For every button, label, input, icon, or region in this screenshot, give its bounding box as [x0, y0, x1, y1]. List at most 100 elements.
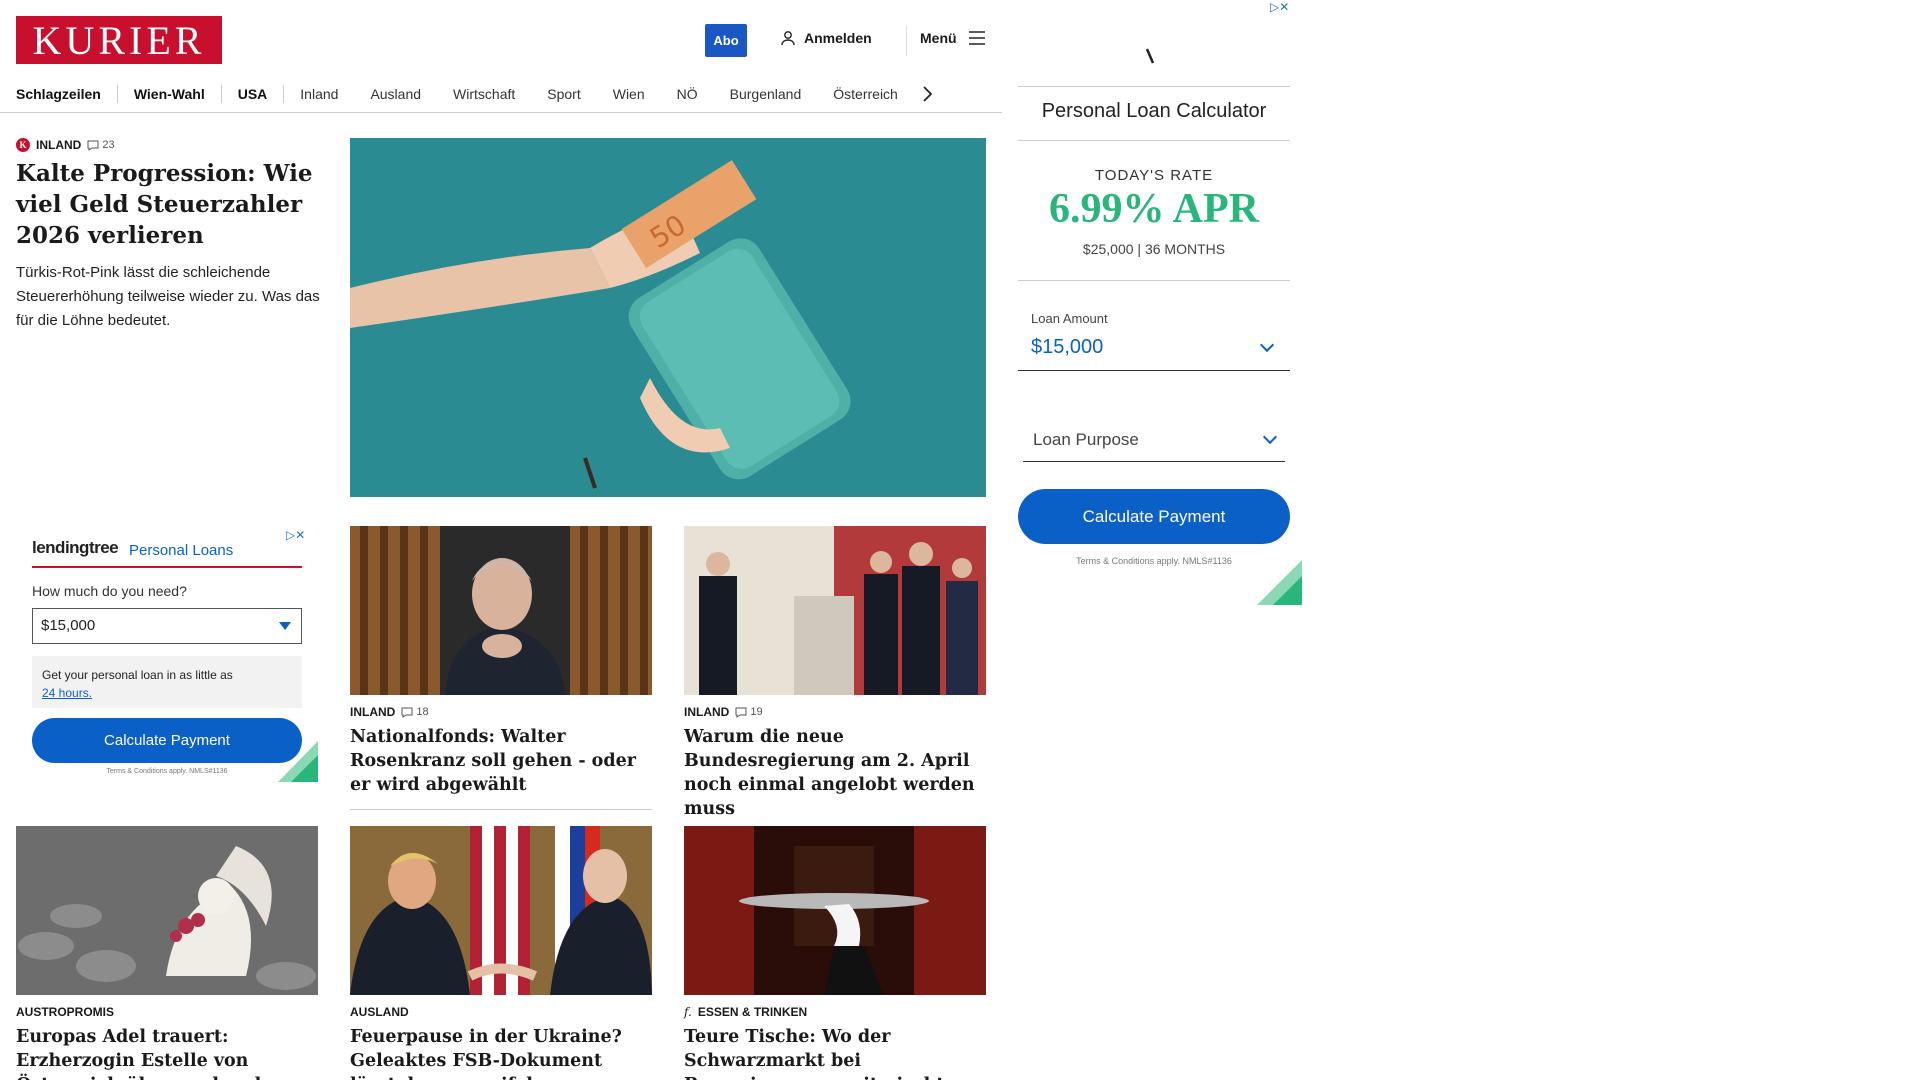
story-meta: AUSLAND	[350, 1005, 652, 1019]
ad-corner-decoration	[1257, 560, 1302, 605]
story-meta: INLAND 19	[684, 705, 986, 719]
kurier-logo[interactable]: KURIER	[16, 16, 222, 64]
wallet-photo: 50	[350, 138, 986, 497]
story-headline[interactable]: Teure Tische: Wo der Schwarzmarkt bei Re…	[684, 1025, 986, 1080]
story-headline[interactable]: Feuerpause in der Ukraine? Geleaktes FSB…	[350, 1025, 652, 1080]
story-category[interactable]: AUSTROPROMIS	[16, 1005, 114, 1019]
login-label: Anmelden	[804, 30, 872, 46]
abo-button[interactable]: Abo	[705, 24, 747, 57]
loan-purpose-select[interactable]: Loan Purpose	[1033, 430, 1139, 450]
ad-info-text: Get your personal loan in as little as	[42, 668, 233, 682]
dropdown-triangle-icon	[279, 622, 291, 630]
trump-putin-photo	[350, 826, 652, 995]
lendingtree-ad[interactable]: ▷✕ lendingtree Personal Loans How much d…	[16, 526, 318, 782]
story-meta: AUSTROPROMIS	[16, 1005, 318, 1019]
user-icon	[781, 31, 795, 46]
loan-calculator-ad[interactable]: ▷✕ Personal Loan Calculator TODAY'S RATE…	[1015, 0, 1302, 605]
lead-category[interactable]: INLAND	[36, 138, 81, 152]
nav-item-oesterreich[interactable]: Österreich	[817, 86, 914, 102]
nav-item-wien-wahl[interactable]: Wien-Wahl	[118, 86, 221, 102]
nav-item-burgenland[interactable]: Burgenland	[714, 86, 818, 102]
section-nav: Schlagzeilen Wien-Wahl USA Inland Auslan…	[16, 76, 996, 112]
lead-comment-count: 23	[102, 139, 115, 151]
nav-item-wien[interactable]: Wien	[597, 86, 661, 102]
story-category[interactable]: INLAND	[684, 705, 729, 719]
silver-tray-photo	[684, 826, 986, 995]
chevron-down-icon[interactable]	[1259, 337, 1275, 353]
nav-item-noe[interactable]: NÖ	[661, 86, 714, 102]
story-image[interactable]	[350, 826, 652, 995]
story-category[interactable]: ESSEN & TRINKEN	[698, 1005, 807, 1019]
kurier-plus-icon: K	[16, 138, 30, 152]
ad-divider	[1018, 280, 1290, 281]
nav-item-ausland[interactable]: Ausland	[354, 86, 437, 102]
nav-item-inland[interactable]: Inland	[284, 86, 354, 102]
ad-divider	[1018, 140, 1290, 141]
calculate-payment-button[interactable]: Calculate Payment	[32, 718, 302, 763]
lead-hero-image[interactable]: 50	[350, 138, 986, 497]
adchoices-icon[interactable]: ▷✕	[286, 528, 305, 542]
story-comments[interactable]: 19	[735, 706, 763, 718]
nav-item-sport[interactable]: Sport	[531, 86, 596, 102]
ad-red-underline	[32, 566, 302, 568]
amount-underline	[1018, 370, 1290, 371]
story-headline[interactable]: Warum die neue Bundesregierung am 2. Apr…	[684, 725, 986, 821]
loan-amount-select[interactable]: $15,000	[32, 608, 302, 644]
story-image[interactable]	[684, 826, 986, 995]
ad-corner-decoration	[278, 741, 318, 782]
rosenkranz-photo	[350, 526, 652, 695]
story-card[interactable]: f. ESSEN & TRINKEN Teure Tische: Wo der …	[684, 826, 986, 1080]
nav-item-usa[interactable]: USA	[222, 86, 284, 102]
lead-meta: K INLAND 23	[16, 138, 320, 152]
story-category[interactable]: INLAND	[350, 705, 395, 719]
story-headline[interactable]: Nationalfonds: Walter Rosenkranz soll ge…	[350, 725, 652, 797]
story-comments[interactable]: 18	[401, 706, 429, 718]
calculate-payment-button[interactable]: Calculate Payment	[1018, 489, 1290, 544]
story-card[interactable]: AUSTROPROMIS Europas Adel trauert: Erzhe…	[16, 826, 318, 1080]
loan-amount-value: $15,000	[41, 617, 96, 634]
story-comment-count: 19	[750, 706, 763, 718]
menu-button[interactable]: Menü	[920, 30, 985, 46]
gourmet-icon: f.	[684, 1005, 692, 1019]
adchoices-icon[interactable]: ▷✕	[1270, 0, 1289, 14]
ad-divider	[1018, 86, 1290, 87]
story-card[interactable]: INLAND 18 Nationalfonds: Walter Rosenkra…	[350, 526, 652, 810]
ad-terms[interactable]: Terms & Conditions apply. NMLS#1136	[32, 768, 302, 775]
lead-story[interactable]: K INLAND 23 Kalte Progression: Wie viel …	[16, 138, 320, 333]
loan-amount-label: Loan Amount	[1031, 311, 1108, 326]
ad-info-link[interactable]: 24 hours.	[42, 686, 92, 700]
ad-info-box: Get your personal loan in as little as 2…	[32, 656, 302, 708]
hamburger-icon	[968, 31, 985, 45]
loan-amount-select[interactable]: $15,000	[1031, 336, 1103, 359]
ad-product-label: Personal Loans	[129, 542, 234, 559]
header-divider	[906, 26, 907, 56]
story-image[interactable]	[16, 826, 318, 995]
nav-item-schlagzeilen[interactable]: Schlagzeilen	[16, 86, 117, 102]
government-photo	[684, 526, 986, 695]
chevron-down-icon[interactable]	[1262, 429, 1278, 445]
login-button[interactable]: Anmelden	[780, 30, 872, 46]
story-image[interactable]	[684, 526, 986, 695]
nav-item-wirtschaft[interactable]: Wirtschaft	[437, 86, 531, 102]
rate-terms: $25,000 | 36 MONTHS	[1082, 241, 1226, 257]
story-card[interactable]: INLAND 19 Warum die neue Bundesregierung…	[684, 526, 986, 834]
story-image[interactable]	[350, 526, 652, 695]
menu-label: Menü	[920, 30, 957, 46]
story-comment-count: 18	[416, 706, 429, 718]
purpose-underline	[1023, 461, 1285, 462]
story-headline[interactable]: Europas Adel trauert: Erzherzogin Estell…	[16, 1025, 318, 1080]
story-meta: f. ESSEN & TRINKEN	[684, 1005, 986, 1019]
comment-icon	[735, 707, 747, 718]
todays-rate-label: TODAY'S RATE	[1094, 167, 1214, 184]
comment-icon	[87, 140, 99, 151]
story-category[interactable]: AUSLAND	[350, 1005, 409, 1019]
story-card[interactable]: AUSLAND Feuerpause in der Ukraine? Gelea…	[350, 826, 652, 1080]
story-meta: INLAND 18	[350, 705, 652, 719]
lead-comments[interactable]: 23	[87, 139, 115, 151]
lead-headline[interactable]: Kalte Progression: Wie viel Geld Steuerz…	[16, 158, 320, 251]
ad-terms[interactable]: Terms & Conditions apply. NMLS#1136	[1018, 556, 1290, 566]
angel-statue-photo	[16, 826, 318, 995]
loading-tick-icon	[1145, 48, 1155, 64]
chevron-right-icon[interactable]	[922, 86, 932, 102]
calculator-title: Personal Loan Calculator	[1041, 100, 1267, 122]
